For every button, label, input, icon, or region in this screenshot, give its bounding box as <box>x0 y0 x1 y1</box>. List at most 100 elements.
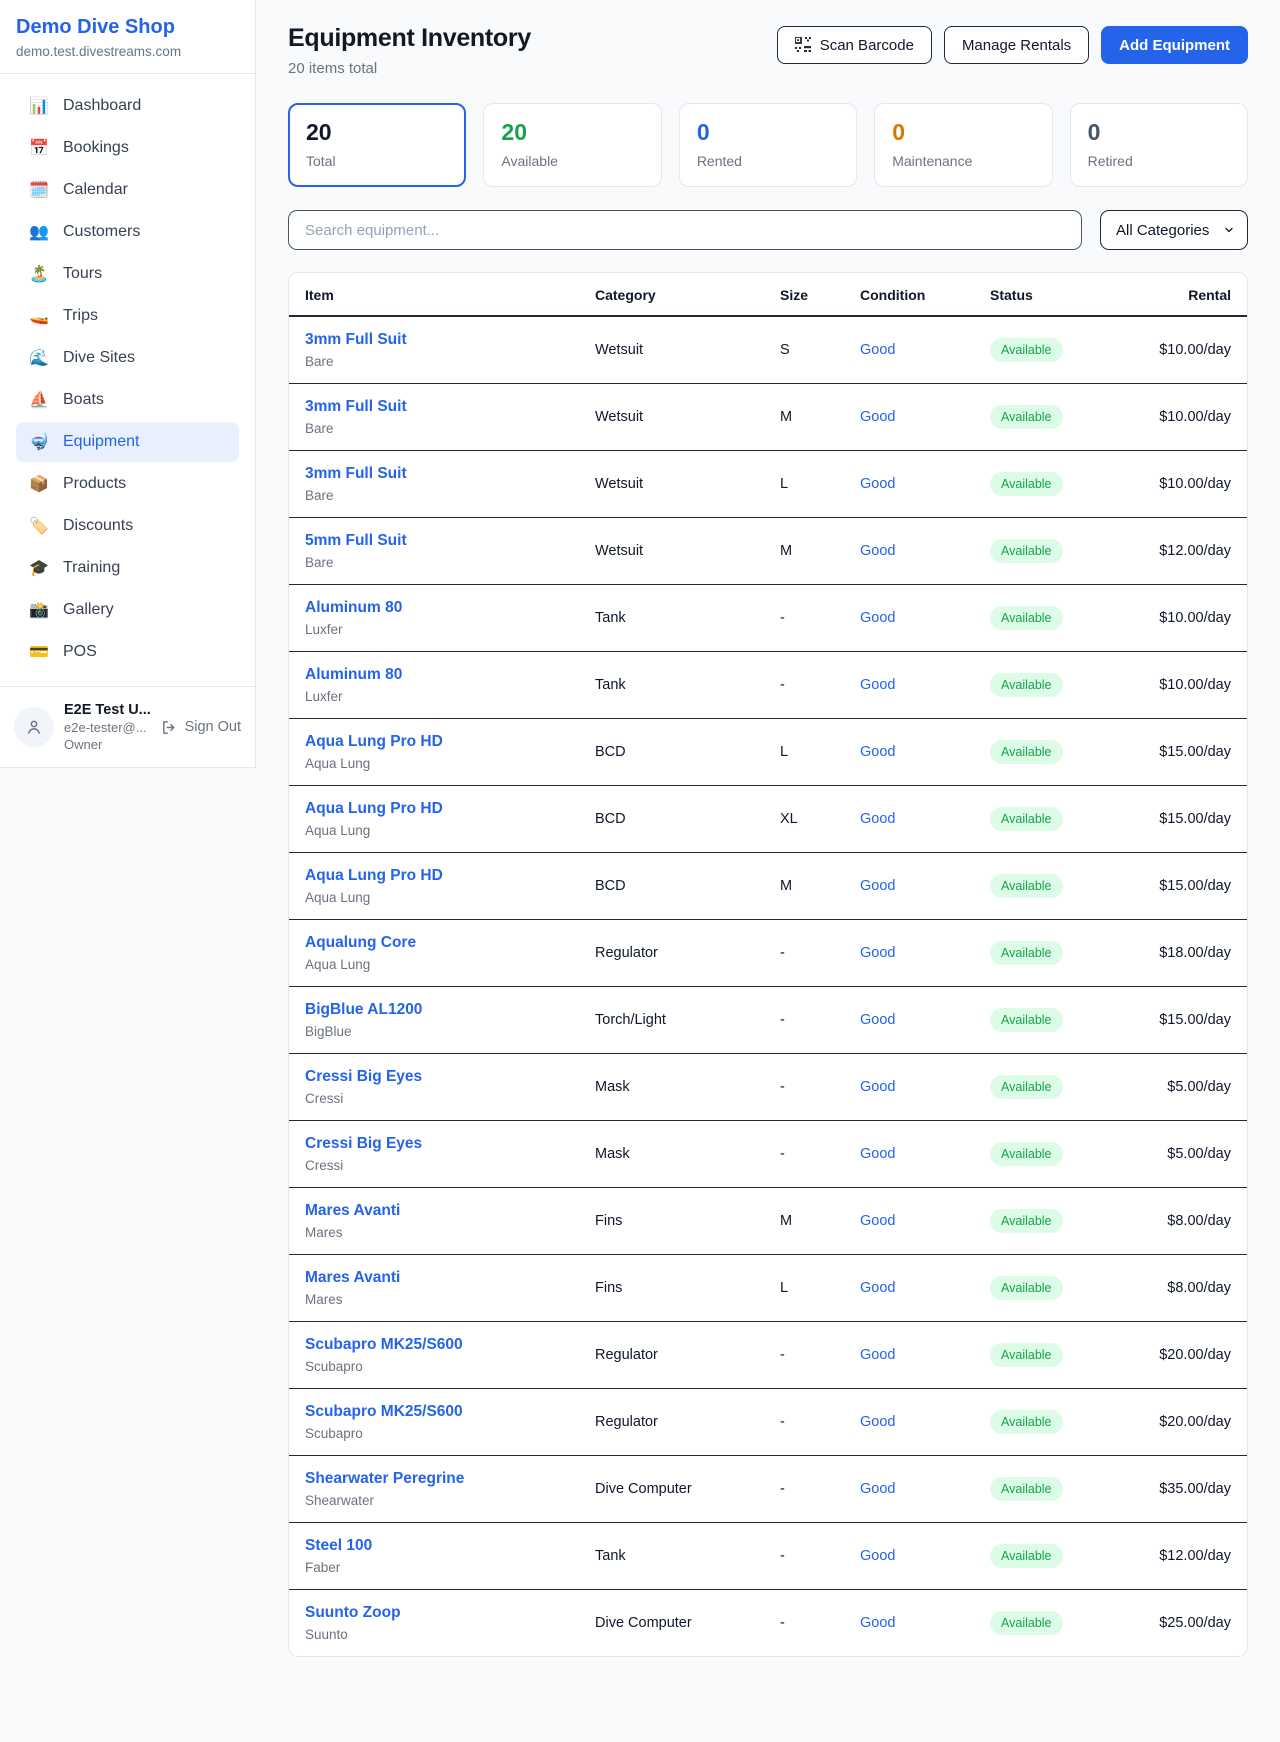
item-brand: Cressi <box>305 1091 563 1106</box>
item-rental: $5.00/day <box>1124 1054 1247 1121</box>
stat-label: Available <box>501 153 643 169</box>
sidebar-item-equipment[interactable]: 🤿 Equipment <box>16 422 239 462</box>
item-brand: Bare <box>305 421 563 436</box>
calendar-icon: 📅 <box>28 138 50 158</box>
sidebar-item-dashboard[interactable]: 📊 Dashboard <box>16 86 239 126</box>
condition-link[interactable]: Good <box>860 409 895 425</box>
sidebar-item-tours[interactable]: 🏝️ Tours <box>16 254 239 294</box>
stat-card-retired[interactable]: 0 Retired <box>1070 103 1248 187</box>
item-size: S <box>764 316 844 384</box>
item-name-link[interactable]: Aqua Lung Pro HD <box>305 800 563 818</box>
brand-name[interactable]: Demo Dive Shop <box>16 16 239 39</box>
condition-link[interactable]: Good <box>860 476 895 492</box>
condition-link[interactable]: Good <box>860 1146 895 1162</box>
condition-link[interactable]: Good <box>860 610 895 626</box>
add-equipment-button[interactable]: Add Equipment <box>1101 26 1248 64</box>
stats-row: 20 Total 20 Available 0 Rented 0 Mainten… <box>288 103 1248 187</box>
sign-out-button[interactable]: Sign Out <box>161 719 241 736</box>
table-row: Steel 100 Faber Tank - Good Available $1… <box>289 1523 1247 1590</box>
dive-mask-icon: 🤿 <box>28 432 50 452</box>
table-row: Cressi Big Eyes Cressi Mask - Good Avail… <box>289 1054 1247 1121</box>
item-category: Regulator <box>579 1389 764 1456</box>
status-badge: Available <box>990 807 1063 831</box>
sidebar-item-training[interactable]: 🎓 Training <box>16 548 239 588</box>
item-rental: $15.00/day <box>1124 786 1247 853</box>
item-name-link[interactable]: Aluminum 80 <box>305 599 563 617</box>
sidebar-item-gallery[interactable]: 📸 Gallery <box>16 590 239 630</box>
item-name-link[interactable]: Aqua Lung Pro HD <box>305 867 563 885</box>
wave-icon: 🌊 <box>28 348 50 368</box>
condition-link[interactable]: Good <box>860 811 895 827</box>
item-name-link[interactable]: Suunto Zoop <box>305 1604 563 1622</box>
equipment-table-card: Item Category Size Condition Status Rent… <box>288 272 1248 1657</box>
item-name-link[interactable]: Cressi Big Eyes <box>305 1068 563 1086</box>
condition-link[interactable]: Good <box>860 1213 895 1229</box>
condition-link[interactable]: Good <box>860 1012 895 1028</box>
item-name-link[interactable]: Mares Avanti <box>305 1269 563 1287</box>
condition-link[interactable]: Good <box>860 1347 895 1363</box>
item-name-link[interactable]: 3mm Full Suit <box>305 331 563 349</box>
scan-barcode-button[interactable]: Scan Barcode <box>777 26 932 64</box>
table-row: Aqua Lung Pro HD Aqua Lung BCD L Good Av… <box>289 719 1247 786</box>
item-name-link[interactable]: Aluminum 80 <box>305 666 563 684</box>
condition-link[interactable]: Good <box>860 1280 895 1296</box>
sidebar-item-pos[interactable]: 💳 POS <box>16 632 239 672</box>
sidebar-item-dive-sites[interactable]: 🌊 Dive Sites <box>16 338 239 378</box>
sidebar-item-boats[interactable]: ⛵ Boats <box>16 380 239 420</box>
stat-card-rented[interactable]: 0 Rented <box>679 103 857 187</box>
item-size: M <box>764 1188 844 1255</box>
package-icon: 📦 <box>28 474 50 494</box>
condition-link[interactable]: Good <box>860 677 895 693</box>
sidebar-item-customers[interactable]: 👥 Customers <box>16 212 239 252</box>
manage-rentals-button[interactable]: Manage Rentals <box>944 26 1089 64</box>
item-category: BCD <box>579 786 764 853</box>
condition-link[interactable]: Good <box>860 1481 895 1497</box>
item-name-link[interactable]: Aqua Lung Pro HD <box>305 733 563 751</box>
sidebar-item-products[interactable]: 📦 Products <box>16 464 239 504</box>
item-brand: Bare <box>305 555 563 570</box>
table-row: Aqua Lung Pro HD Aqua Lung BCD XL Good A… <box>289 786 1247 853</box>
item-name-link[interactable]: Scubapro MK25/S600 <box>305 1336 563 1354</box>
sidebar-item-discounts[interactable]: 🏷️ Discounts <box>16 506 239 546</box>
item-name-link[interactable]: Scubapro MK25/S600 <box>305 1403 563 1421</box>
status-badge: Available <box>990 1343 1063 1367</box>
camera-icon: 📸 <box>28 600 50 620</box>
sidebar-item-bookings[interactable]: 📅 Bookings <box>16 128 239 168</box>
equipment-table-body: 3mm Full Suit Bare Wetsuit S Good Availa… <box>289 316 1247 1656</box>
item-category: Dive Computer <box>579 1590 764 1657</box>
bar-chart-icon: 📊 <box>28 96 50 116</box>
condition-link[interactable]: Good <box>860 1615 895 1631</box>
item-name-link[interactable]: Shearwater Peregrine <box>305 1470 563 1488</box>
search-input[interactable] <box>288 210 1082 250</box>
condition-link[interactable]: Good <box>860 342 895 358</box>
user-email: e2e-tester@... <box>64 720 151 735</box>
condition-link[interactable]: Good <box>860 1079 895 1095</box>
stat-card-maintenance[interactable]: 0 Maintenance <box>874 103 1052 187</box>
stat-value: 20 <box>501 119 643 146</box>
item-name-link[interactable]: BigBlue AL1200 <box>305 1001 563 1019</box>
category-filter-select[interactable]: All Categories <box>1100 210 1248 250</box>
item-name-link[interactable]: 3mm Full Suit <box>305 398 563 416</box>
item-name-link[interactable]: 5mm Full Suit <box>305 532 563 550</box>
condition-link[interactable]: Good <box>860 878 895 894</box>
condition-link[interactable]: Good <box>860 1414 895 1430</box>
item-name-link[interactable]: Cressi Big Eyes <box>305 1135 563 1153</box>
sidebar-item-trips[interactable]: 🚤 Trips <box>16 296 239 336</box>
condition-link[interactable]: Good <box>860 1548 895 1564</box>
item-name-link[interactable]: Mares Avanti <box>305 1202 563 1220</box>
item-size: L <box>764 719 844 786</box>
item-name-link[interactable]: Aqualung Core <box>305 934 563 952</box>
stat-card-available[interactable]: 20 Available <box>483 103 661 187</box>
condition-link[interactable]: Good <box>860 945 895 961</box>
stat-card-total[interactable]: 20 Total <box>288 103 466 187</box>
item-size: - <box>764 1054 844 1121</box>
item-name-link[interactable]: 3mm Full Suit <box>305 465 563 483</box>
item-name-link[interactable]: Steel 100 <box>305 1537 563 1555</box>
brand-block: Demo Dive Shop demo.test.divestreams.com <box>0 0 255 73</box>
filters-row: All Categories <box>288 210 1248 250</box>
sidebar-item-calendar[interactable]: 🗓️ Calendar <box>16 170 239 210</box>
item-size: L <box>764 451 844 518</box>
condition-link[interactable]: Good <box>860 744 895 760</box>
condition-link[interactable]: Good <box>860 543 895 559</box>
item-rental: $8.00/day <box>1124 1188 1247 1255</box>
